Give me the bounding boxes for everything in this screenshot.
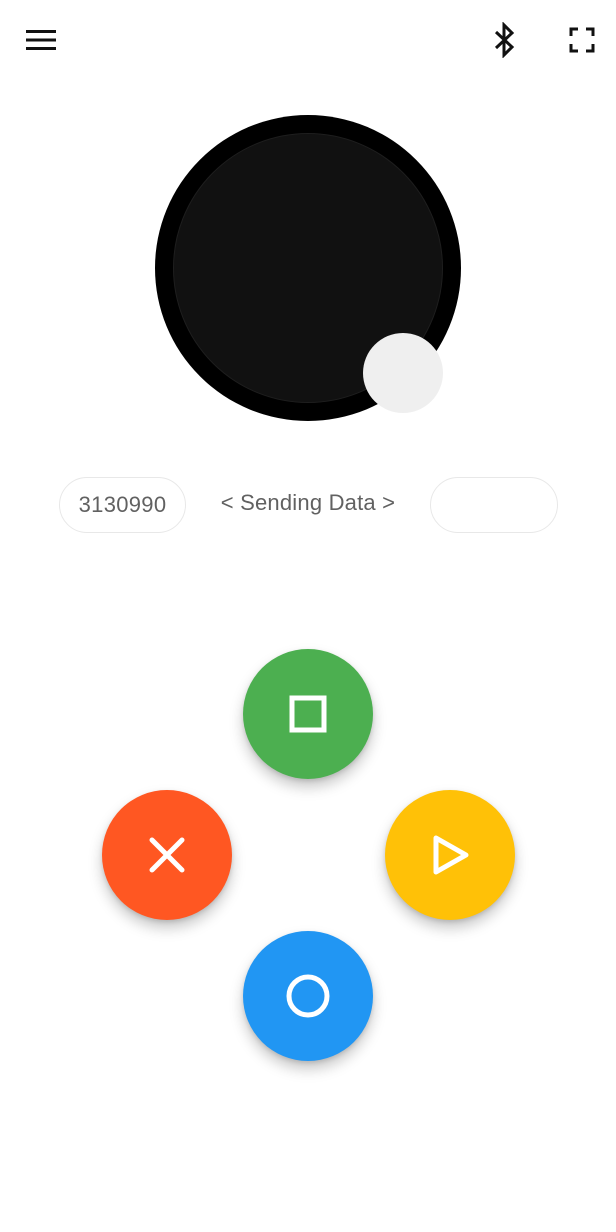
joystick-knob[interactable] (363, 333, 443, 413)
fullscreen-button[interactable] (558, 16, 606, 64)
top-toolbar (0, 0, 616, 80)
circle-button[interactable] (243, 931, 373, 1061)
fullscreen-icon (569, 27, 595, 53)
cross-icon (149, 837, 185, 873)
square-button[interactable] (243, 649, 373, 779)
left-value-text: 3130990 (78, 492, 167, 517)
triangle-button[interactable] (385, 790, 515, 920)
triangle-icon (433, 835, 469, 875)
menu-button[interactable] (17, 16, 65, 64)
bluetooth-button[interactable] (481, 16, 529, 64)
square-icon (289, 695, 327, 733)
menu-icon (26, 30, 56, 50)
sending-status-label: < Sending Data > (220, 490, 396, 515)
cross-button[interactable] (102, 790, 232, 920)
right-value-field (430, 477, 558, 533)
bluetooth-icon (494, 22, 515, 58)
circle-icon (286, 974, 330, 1018)
left-value-field: 3130990 (59, 477, 186, 533)
